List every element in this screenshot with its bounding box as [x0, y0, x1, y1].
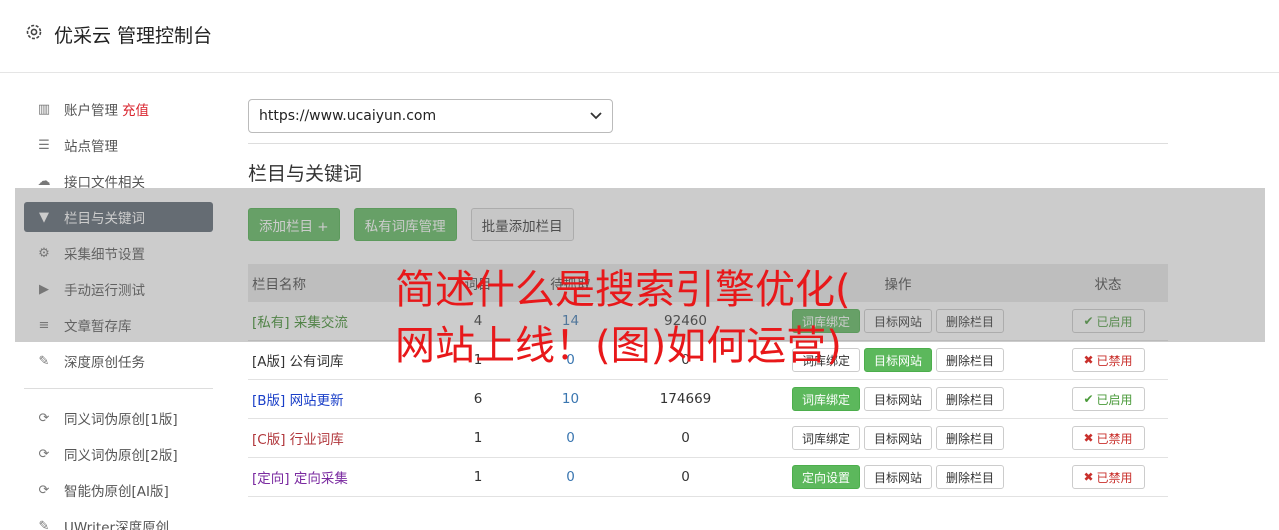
times-icon: ✖: [1083, 431, 1094, 445]
table-row: [B版] 网站更新 6 10 174669 词库绑定 目标网站 删除栏目 ✔ 已启用: [248, 380, 1168, 419]
header-bar: 优采云 管理控制台: [0, 0, 1279, 73]
refresh-icon: ⟳: [38, 482, 50, 498]
status-cell: ✔ 已启用: [1048, 387, 1168, 411]
target-site-button[interactable]: 目标网站: [863, 387, 932, 411]
status-label: 已禁用: [1096, 470, 1133, 485]
times-icon: ✖: [1083, 470, 1094, 484]
column-name-link[interactable]: [B版] 网站更新: [248, 389, 438, 409]
sidebar-item-label: UWriter深度原创: [64, 520, 170, 530]
word-count: 1: [473, 469, 483, 485]
status-label: 已禁用: [1096, 431, 1133, 446]
target-site-button[interactable]: 目标网站: [863, 465, 932, 489]
server-icon: ☰: [38, 137, 50, 153]
app-window: 优采云 管理控制台 ▥ 账户管理 充值 ☰ 站点管理 ☁ 接口文件相关 ▼ 栏目与关键词 ⚙ 采集细…: [0, 0, 1279, 530]
cloud-upload-icon: ☁: [37, 173, 51, 189]
status-toggle[interactable]: ✖ 已禁用: [1071, 426, 1145, 450]
bind-library-button[interactable]: 定向设置: [791, 465, 860, 489]
sidebar-item-items-0[interactable]: ▥ 账户管理 充值: [24, 94, 213, 124]
sidebar-item-label: 智能伪原创[AI版]: [64, 484, 169, 500]
check-icon: ✔: [1083, 392, 1094, 406]
status-toggle[interactable]: ✔ 已启用: [1071, 387, 1145, 411]
sidebar-item-items2-0[interactable]: ⟳ 同义词伪原创[1版]: [24, 403, 213, 433]
refresh-icon: ⟳: [38, 410, 50, 426]
gear-icon: [26, 24, 42, 40]
times-icon: ✖: [1083, 353, 1094, 367]
column-name-link[interactable]: [定向] 定向采集: [248, 467, 438, 487]
table-row: [C版] 行业词库 1 0 0 词库绑定 目标网站 删除栏目 ✖ 已禁用: [248, 419, 1168, 458]
section-title: 栏目与关键词: [248, 163, 363, 185]
recharge-link[interactable]: 充值: [122, 99, 149, 119]
sidebar-divider: [24, 388, 213, 389]
status-cell: ✖ 已禁用: [1048, 426, 1168, 450]
article-count: 174669: [659, 391, 712, 407]
word-count: 1: [473, 430, 483, 446]
sidebar-item-label: 深度原创任务: [64, 355, 145, 371]
sidebar-item-label: 账户管理: [64, 103, 118, 119]
sidebar-item-label: 同义词伪原创[1版]: [64, 412, 178, 428]
site-select[interactable]: https://www.ucaiyun.com: [248, 99, 613, 133]
site-select-value: https://www.ucaiyun.com: [259, 108, 437, 124]
row-actions: 词库绑定 目标网站 删除栏目: [748, 387, 1048, 411]
sidebar-item-items-7[interactable]: ✎ 深度原创任务: [24, 346, 213, 376]
chevron-down-icon: [590, 112, 602, 120]
delete-column-button[interactable]: 删除栏目: [936, 348, 1005, 372]
status-label: 已禁用: [1096, 353, 1133, 368]
pending-count[interactable]: 0: [518, 469, 623, 485]
sidebar-item-items2-3[interactable]: ✎ UWriter深度原创: [24, 511, 213, 530]
bind-library-button[interactable]: 词库绑定: [791, 387, 860, 411]
pending-count[interactable]: 0: [518, 430, 623, 446]
delete-column-button[interactable]: 删除栏目: [936, 465, 1005, 489]
edit-icon: ✎: [38, 353, 50, 369]
target-site-button[interactable]: 目标网站: [863, 426, 932, 450]
sidebar-item-label: 站点管理: [64, 139, 118, 155]
article-count: 0: [681, 430, 690, 446]
article-count: 0: [681, 469, 690, 485]
sidebar-item-items-1[interactable]: ☰ 站点管理: [24, 130, 213, 160]
divider: [248, 143, 1168, 144]
status-toggle[interactable]: ✖ 已禁用: [1071, 465, 1145, 489]
overlay-line-1: 简述什么是搜索引擎优化(: [395, 267, 851, 313]
row-actions: 定向设置 目标网站 删除栏目: [748, 465, 1048, 489]
sidebar-item-items2-1[interactable]: ⟳ 同义词伪原创[2版]: [24, 439, 213, 469]
pending-count[interactable]: 10: [518, 391, 623, 407]
sidebar-item-label: 同义词伪原创[2版]: [64, 448, 178, 464]
bind-library-button[interactable]: 词库绑定: [791, 426, 860, 450]
overlay-caption: 简述什么是搜索引擎优化( 网站上线！(图)如何运营): [395, 262, 895, 374]
sidebar-item-items2-2[interactable]: ⟳ 智能伪原创[AI版]: [24, 475, 213, 505]
bar-chart-icon: ▥: [37, 101, 51, 117]
row-actions: 词库绑定 目标网站 删除栏目: [748, 426, 1048, 450]
status-cell: ✖ 已禁用: [1048, 348, 1168, 372]
status-cell: ✖ 已禁用: [1048, 465, 1168, 489]
status-toggle[interactable]: ✖ 已禁用: [1071, 348, 1145, 372]
table-row: [定向] 定向采集 1 0 0 定向设置 目标网站 删除栏目 ✖ 已禁用: [248, 458, 1168, 497]
refresh-icon: ⟳: [38, 446, 50, 462]
overlay-line-2: 网站上线！(图)如何运营): [395, 323, 842, 369]
status-label: 已启用: [1096, 392, 1133, 407]
edit-icon: ✎: [38, 518, 50, 530]
app-title: 优采云 管理控制台: [54, 25, 213, 47]
delete-column-button[interactable]: 删除栏目: [936, 387, 1005, 411]
word-count: 6: [473, 391, 483, 407]
delete-column-button[interactable]: 删除栏目: [936, 426, 1005, 450]
column-name-link[interactable]: [C版] 行业词库: [248, 428, 438, 448]
